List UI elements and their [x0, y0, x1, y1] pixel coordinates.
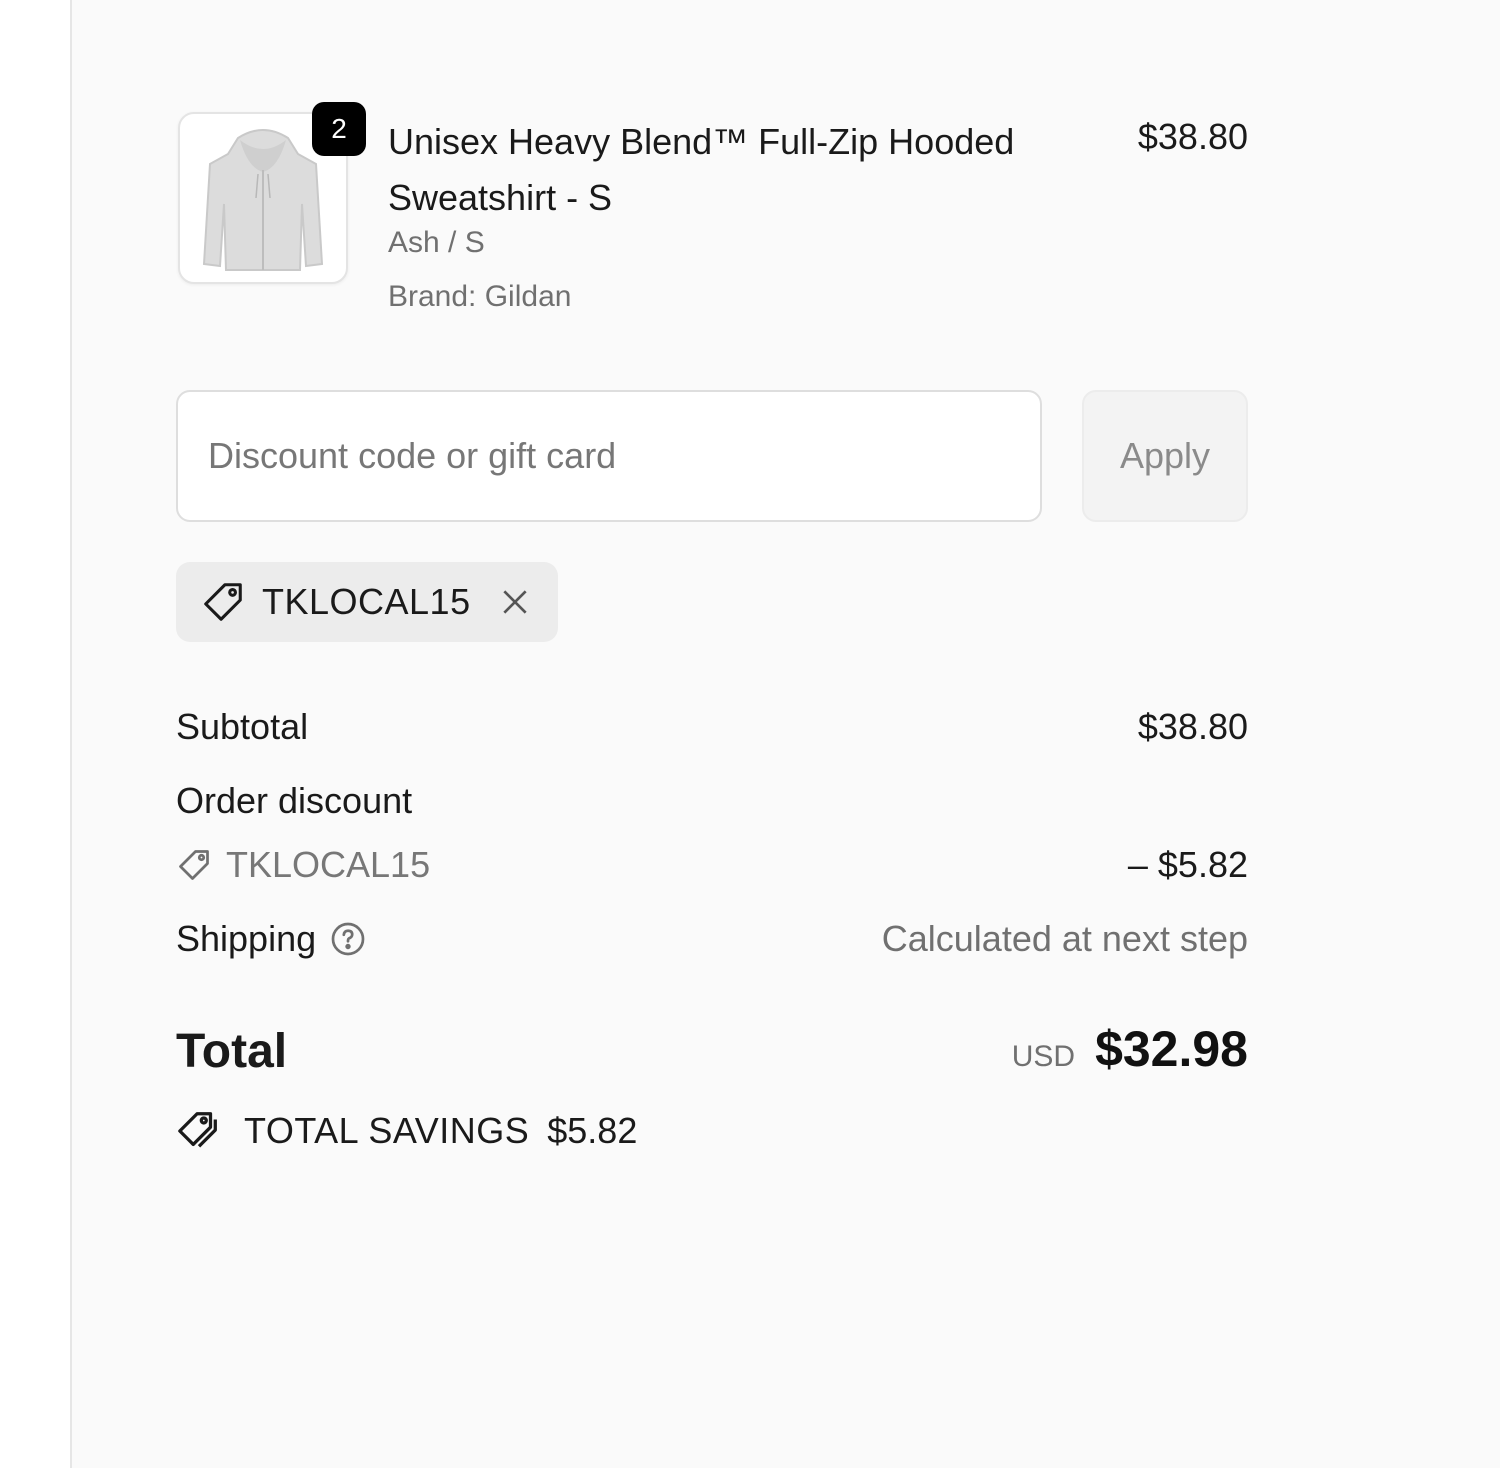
order-summary-panel: 2 Unisex Heavy Blend™ Full-Zip Hooded Sw…: [70, 0, 1500, 1468]
quantity-badge: 2: [312, 102, 366, 156]
help-circle-icon[interactable]: [330, 921, 366, 957]
total-amount: $32.98: [1095, 1021, 1248, 1077]
subtotal-value: $38.80: [1137, 706, 1248, 747]
product-brand: Brand: Gildan: [388, 280, 572, 313]
total-row: Total USD $32.98: [176, 1020, 1248, 1090]
product-thumbnail: 2: [178, 102, 366, 284]
tag-icon: [179, 850, 209, 880]
total-label: Total: [176, 1025, 288, 1078]
applied-discount-chip: TKLOCAL15: [176, 562, 558, 642]
hoodie-icon: [202, 129, 324, 271]
tag-icon: [204, 583, 242, 621]
tags-icon: [178, 1112, 217, 1148]
total-savings-label: TOTAL SAVINGS: [244, 1110, 530, 1151]
order-discount-label: Order discount: [176, 780, 413, 821]
apply-discount-button[interactable]: Apply: [1082, 390, 1248, 522]
close-icon: [502, 590, 527, 614]
product-price: $38.80: [1137, 116, 1248, 157]
discount-value: – $5.82: [1127, 844, 1248, 885]
currency-code: USD: [1011, 1040, 1076, 1073]
discount-code-input[interactable]: [176, 390, 1042, 522]
subtotal-label: Subtotal: [176, 706, 309, 747]
shipping-value: Calculated at next step: [881, 918, 1248, 959]
remove-discount-button[interactable]: [499, 586, 531, 618]
line-item: 2 Unisex Heavy Blend™ Full-Zip Hooded Sw…: [176, 102, 1248, 330]
applied-discount-code: TKLOCAL15: [262, 581, 471, 622]
shipping-label: Shipping: [176, 918, 317, 959]
discount-code-label: TKLOCAL15: [226, 844, 431, 885]
product-title: Unisex Heavy Blend™ Full-Zip Hooded Swea…: [388, 121, 1015, 218]
total-savings: TOTAL SAVINGS $5.82: [176, 1108, 637, 1154]
product-variant: Ash / S: [388, 226, 485, 259]
total-savings-amount: $5.82: [547, 1110, 638, 1151]
